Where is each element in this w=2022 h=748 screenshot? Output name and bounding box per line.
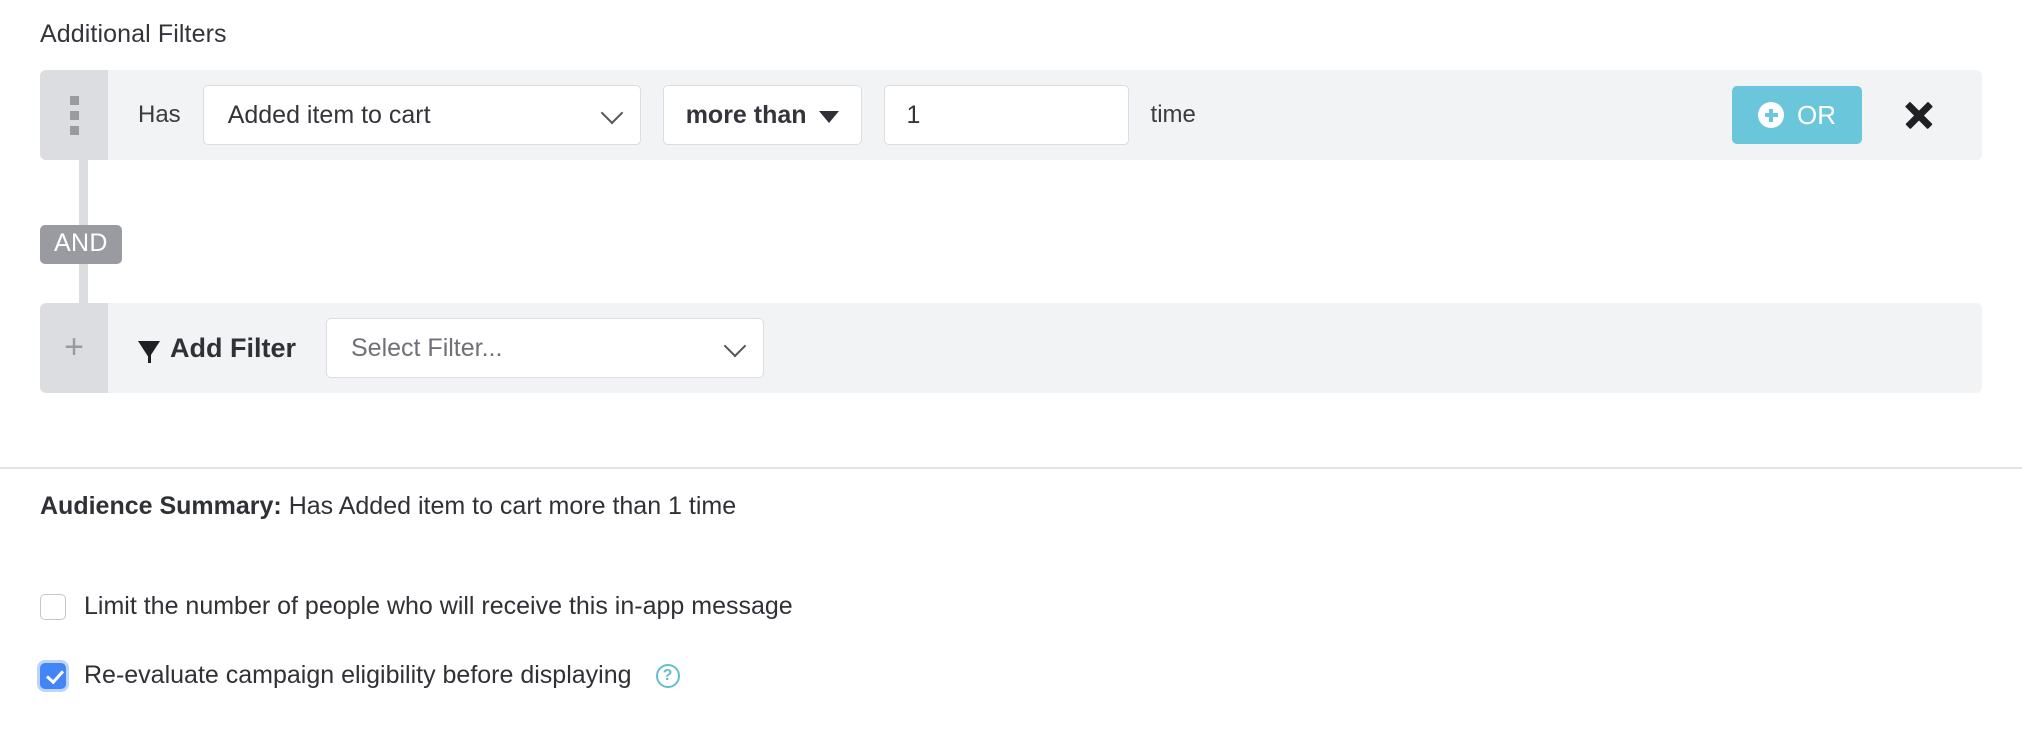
filter-funnel-icon [138, 340, 160, 363]
select-filter-dropdown[interactable]: Select Filter... [326, 318, 764, 378]
page-title: Additional Filters [40, 20, 227, 48]
filter-row-actions: OR [1732, 86, 1958, 144]
comparator-select-value: more than [685, 100, 807, 129]
chevron-down-icon [723, 334, 747, 358]
add-filter-handle[interactable]: + [40, 303, 108, 393]
close-icon[interactable] [1902, 98, 1936, 132]
reevaluate-eligibility-label[interactable]: Re-evaluate campaign eligibility before … [84, 661, 632, 690]
count-input[interactable] [883, 85, 1129, 145]
drag-handle-icon [69, 95, 79, 135]
filter-row: Has Added item to cart more than time OR [40, 70, 1982, 160]
caret-down-icon [818, 110, 839, 123]
event-select-value: Added item to cart [227, 100, 431, 129]
option-row-limit: Limit the number of people who will rece… [40, 592, 793, 621]
limit-people-label[interactable]: Limit the number of people who will rece… [84, 592, 793, 621]
filter-prefix-label: Has [138, 101, 181, 128]
audience-summary-label: Audience Summary: [40, 492, 282, 520]
add-filter-row: + Add Filter Select Filter... [40, 303, 1982, 393]
audience-summary: Audience Summary: Has Added item to cart… [40, 492, 736, 521]
add-filter-label: Add Filter [170, 332, 296, 363]
and-operator-badge[interactable]: AND [40, 225, 122, 264]
select-filter-placeholder: Select Filter... [351, 333, 503, 362]
plus-icon: + [64, 327, 84, 366]
add-or-button-label: OR [1797, 99, 1836, 130]
section-divider [0, 467, 2022, 469]
filter-row-body: Has Added item to cart more than time OR [108, 70, 1982, 160]
add-filter-button[interactable]: Add Filter [138, 333, 296, 364]
plus-circle-icon [1758, 102, 1784, 128]
comparator-select[interactable]: more than [662, 85, 862, 145]
reevaluate-eligibility-checkbox[interactable] [40, 662, 66, 689]
option-row-reevaluate: Re-evaluate campaign eligibility before … [40, 661, 680, 690]
chevron-down-icon [600, 101, 624, 125]
event-select[interactable]: Added item to cart [202, 85, 641, 145]
drag-handle[interactable] [40, 70, 108, 160]
unit-label: time [1150, 101, 1196, 128]
add-or-button[interactable]: OR [1732, 86, 1862, 144]
audience-summary-text: Has Added item to cart more than 1 time [281, 492, 737, 520]
limit-people-checkbox[interactable] [40, 593, 66, 620]
add-filter-row-body: Add Filter Select Filter... [108, 303, 1982, 393]
question-mark-icon[interactable]: ? [655, 663, 680, 688]
